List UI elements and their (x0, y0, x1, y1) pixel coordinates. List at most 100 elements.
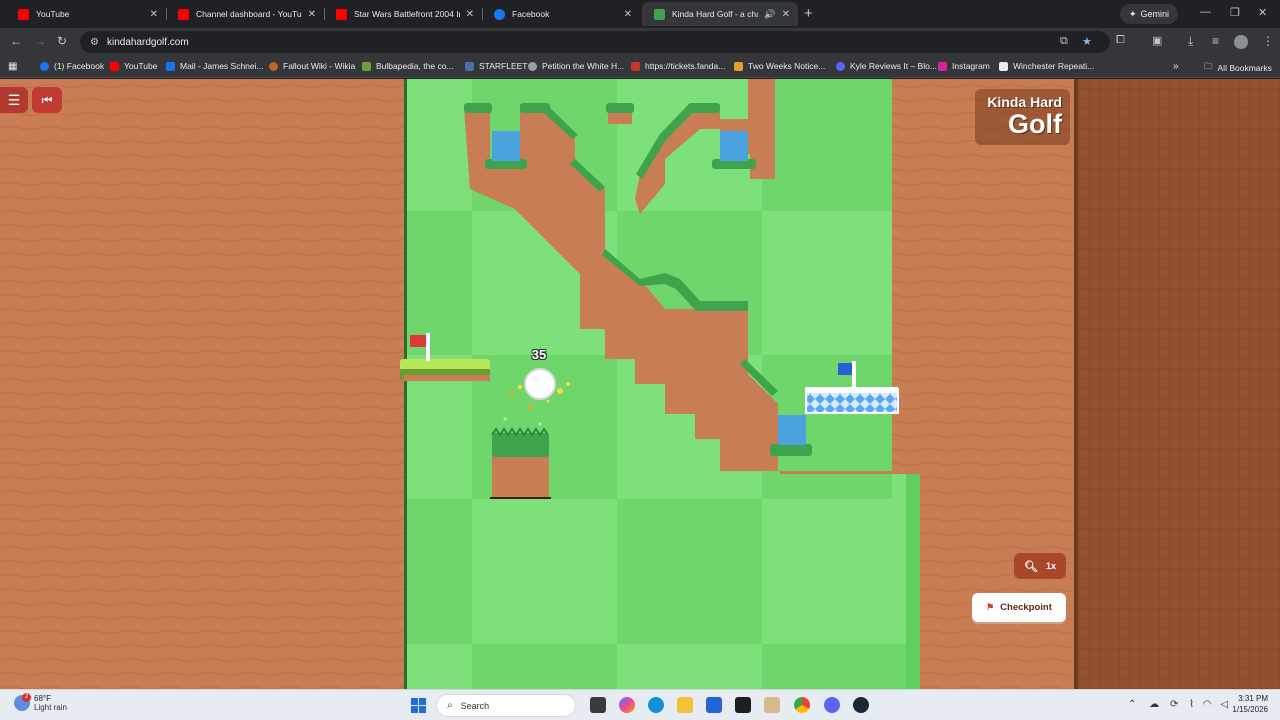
magnifier-icon: 🔍︎ (1024, 560, 1038, 573)
apps-grid-icon[interactable]: ▦ (8, 61, 17, 72)
close-icon[interactable]: ✕ (624, 9, 632, 20)
search-icon: ⌕ (447, 700, 453, 711)
zoom-button[interactable]: 🔍︎ 1x (1014, 553, 1066, 579)
chrome-icon[interactable] (794, 697, 810, 713)
bookmark-instagram[interactable]: Instagram (938, 61, 990, 71)
restart-button[interactable]: ⏮ (32, 87, 62, 113)
discord-icon[interactable] (824, 697, 840, 713)
edge-icon[interactable] (648, 697, 664, 713)
avatar[interactable] (1234, 35, 1248, 49)
url-text: kindahardgolf.com (106, 36, 189, 48)
close-icon[interactable]: ✕ (308, 9, 316, 20)
address-bar[interactable]: ⚙ kindahardgolf.com ⧉ ★ (80, 31, 1110, 53)
bulbapedia-icon (362, 61, 371, 71)
steam-icon[interactable] (853, 697, 869, 713)
hdr-app-icon[interactable] (735, 697, 751, 713)
notification-badge: 2 (22, 693, 31, 702)
bookmark-label: Winchester Repeati... (1013, 61, 1095, 71)
bookmark-facebook[interactable]: (1) Facebook (40, 61, 104, 71)
game-viewport[interactable]: ☰ ⏮ Kinda Hard Golf 35 🔍︎ 1x ⚑ Checkpoin… (0, 79, 1280, 689)
close-icon[interactable]: ✕ (782, 9, 790, 20)
bookmark-winchester[interactable]: Winchester Repeati... (999, 61, 1094, 71)
mail-icon (166, 61, 175, 71)
store-icon[interactable] (706, 697, 722, 713)
document-icon (999, 61, 1008, 71)
bookmark-youtube[interactable]: YouTube (110, 61, 157, 71)
extensions-icon[interactable]: ⧠ (1116, 34, 1125, 47)
weather-temp: 68°F (34, 694, 51, 703)
time: 3:31 PM (1238, 694, 1268, 703)
tab-title: Channel dashboard - YouTube (196, 9, 302, 19)
bookmark-kyle-reviews[interactable]: Kyle Reviews It – Blo... (836, 61, 937, 71)
menu-button[interactable]: ☰ (0, 87, 28, 113)
gemini-button[interactable]: ✦ Gemini (1120, 4, 1179, 24)
bookmark-star-icon[interactable]: ★ (1082, 35, 1092, 48)
browser-toolbar: ← → ↻ ⚙ kindahardgolf.com ⧉ ★ ⧠ ▣ ⤓ ≡ ⋮ (0, 28, 1280, 56)
golf-ball[interactable] (524, 368, 556, 400)
ticket-icon (631, 61, 640, 71)
game-logo: Kinda Hard Golf (975, 89, 1070, 145)
grass-block (490, 427, 551, 499)
side-panel-icon[interactable]: ▣ (1152, 34, 1162, 47)
cloud-icon[interactable]: ☁ (1149, 699, 1159, 710)
network-icon[interactable]: ⌇ (1189, 699, 1194, 710)
tab-title: YouTube (36, 9, 70, 19)
chevron-right-icon[interactable]: » (1173, 61, 1179, 72)
bookmark-label: Kyle Reviews It – Blo... (850, 61, 937, 71)
copilot-icon[interactable] (619, 697, 635, 713)
install-app-icon[interactable]: ⧉ (1060, 35, 1068, 48)
close-icon[interactable]: ✕ (150, 9, 158, 20)
bookmark-label: Two Weeks Notice... (748, 61, 826, 71)
goal-platform (805, 387, 899, 414)
site-info-icon[interactable]: ⚙ (90, 37, 99, 48)
back-arrow-icon[interactable]: ← (10, 34, 22, 48)
chevron-up-icon[interactable]: ⌃ (1128, 699, 1136, 710)
game-canvas[interactable] (0, 79, 1280, 689)
bookmark-bulbapedia[interactable]: Bulbapedia, the co... (362, 61, 454, 71)
new-tab-button[interactable]: + (804, 5, 813, 22)
bookmark-label: Mail - James Schnei... (180, 61, 264, 71)
tab-kinda-hard-golf[interactable]: Kinda Hard Golf - a challeng 🔊 ✕ (642, 2, 798, 26)
tab-facebook[interactable]: Facebook ✕ (482, 2, 640, 26)
bookmark-mail[interactable]: Mail - James Schnei... (166, 61, 264, 71)
tab-star-wars[interactable]: Star Wars Battlefront 2004 Insta ✕ (324, 2, 482, 26)
bookmark-tickets[interactable]: https://tickets.fanda... (631, 61, 725, 71)
all-bookmarks-label: All Bookmarks (1217, 63, 1272, 73)
maximize-icon[interactable]: ❐ (1230, 6, 1240, 19)
taskbar-search[interactable]: ⌕ Search (436, 694, 576, 717)
all-bookmarks-button[interactable]: 🗀 All Bookmarks (1204, 61, 1272, 75)
clock[interactable]: 3:31 PM 1/15/2026 (1222, 693, 1268, 715)
minimize-icon[interactable]: — (1200, 6, 1211, 18)
tab-channel-dashboard[interactable]: Channel dashboard - YouTube ✕ (166, 2, 324, 26)
gemini-label: Gemini (1140, 9, 1170, 19)
bookmark-petition[interactable]: Petition the White H... (528, 61, 624, 71)
weather-widget[interactable]: 2 68°F Light rain (14, 693, 67, 712)
media-controls-icon[interactable]: ≡ (1212, 34, 1219, 48)
download-icon[interactable]: ⤓ (1188, 34, 1193, 49)
paint-icon[interactable] (764, 697, 780, 713)
bookmark-fallout-wiki[interactable]: Fallout Wiki - Wikia (269, 61, 355, 71)
file-explorer-icon[interactable] (677, 697, 693, 713)
tab-title: Kinda Hard Golf - a challeng (672, 9, 758, 19)
facebook-icon (494, 8, 505, 20)
bookmark-starfleet[interactable]: STARFLEET (465, 61, 528, 71)
reload-icon[interactable]: ↻ (57, 34, 67, 48)
skip-back-icon: ⏮ (41, 92, 53, 107)
close-icon[interactable]: ✕ (466, 9, 474, 20)
zoom-label: 1x (1045, 561, 1056, 571)
tee-platform (400, 359, 490, 381)
forward-arrow-icon[interactable]: → (34, 34, 46, 48)
windows-start-icon[interactable] (411, 698, 426, 713)
bookmark-label: Bulbapedia, the co... (376, 61, 454, 71)
close-window-icon[interactable]: ✕ (1258, 6, 1267, 19)
bookmark-two-weeks[interactable]: Two Weeks Notice... (734, 61, 825, 71)
checkpoint-button[interactable]: ⚑ Checkpoint (972, 593, 1066, 622)
sparkle-icon: ✦ (1129, 8, 1137, 19)
task-view-icon[interactable] (590, 697, 606, 713)
wifi-icon[interactable]: ◠ (1203, 699, 1212, 710)
kebab-menu-icon[interactable]: ⋮ (1262, 34, 1274, 48)
tab-youtube[interactable]: YouTube ✕ (6, 2, 166, 26)
speaker-icon[interactable]: 🔊 (764, 9, 775, 20)
logo-line-2: Golf (1008, 109, 1062, 139)
sync-icon[interactable]: ⟳ (1170, 699, 1178, 710)
